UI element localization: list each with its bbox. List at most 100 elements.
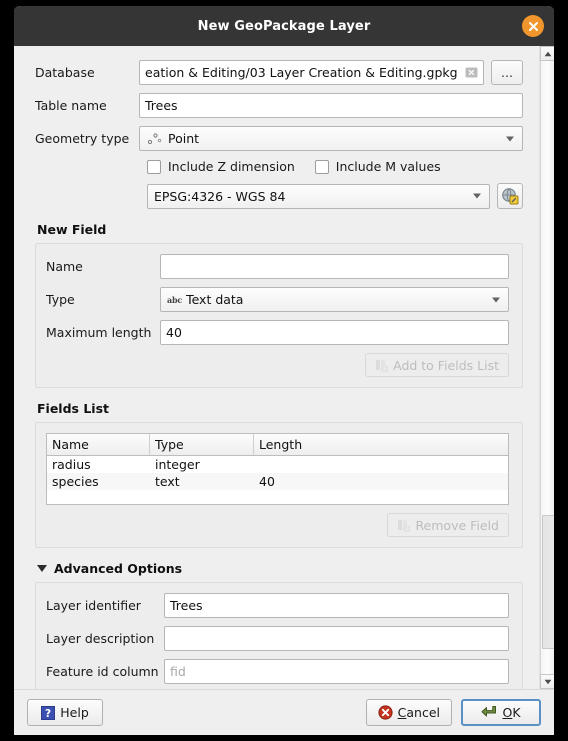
scrollbar-track[interactable] [540,61,554,674]
feature-id-column-placeholder: fid [170,664,186,679]
new-field-group-title: New Field [37,222,107,237]
scrollbar-thumb[interactable] [542,514,554,650]
database-browse-button[interactable]: ... [491,60,523,85]
database-row: Database eation & Editing/03 Layer Creat… [35,60,523,85]
geometry-type-row: Geometry type Point [35,126,523,151]
field-name-row: Name [46,254,509,279]
field-type-combo[interactable]: abc Text data [160,287,509,312]
layer-identifier-input[interactable]: Trees [164,593,509,618]
include-z-label: Include Z dimension [168,159,295,174]
fields-table-header: Name Type Length [47,434,508,456]
advanced-options-title: Advanced Options [54,561,183,576]
crs-row: EPSG:4326 - WGS 84 [147,183,523,209]
table-row[interactable]: radius integer [47,456,508,473]
geometry-type-combo[interactable]: Point [139,126,523,151]
remove-field-row: Remove Field [46,513,509,537]
advanced-options-group: Layer identifier Trees Layer description… [35,582,523,689]
triangle-down-icon [37,565,47,572]
crs-select-button[interactable] [497,183,523,209]
triangle-down-glyph [544,679,551,684]
include-m-label: Include M values [335,159,441,174]
table-name-input[interactable]: Trees [139,93,523,118]
crs-combo[interactable]: EPSG:4326 - WGS 84 [147,183,490,209]
database-input-value: eation & Editing/03 Layer Creation & Edi… [145,65,458,80]
add-to-fields-list-label: Add to Fields List [393,357,499,373]
layer-description-input[interactable] [164,626,509,651]
fields-list-group-title: Fields List [37,401,109,416]
clear-icon[interactable] [464,66,478,79]
chevron-down-icon [492,297,500,302]
cell-name: radius [52,457,91,472]
cell-type: integer [155,457,200,472]
field-maxlength-input[interactable]: 40 [160,320,509,345]
feature-id-column-input[interactable]: fid [164,659,509,684]
new-geopackage-layer-dialog: New GeoPackage Layer Database eation & E… [14,6,554,735]
column-header-length: Length [259,437,303,452]
include-m-checkbox[interactable] [314,159,329,174]
triangle-up-glyph [544,51,551,56]
vertical-scrollbar[interactable] [539,46,554,689]
field-type-label: Type [46,292,75,307]
scroll-down-arrow-icon[interactable] [540,674,554,689]
ok-button-label: OK [502,705,521,720]
clear-glyph [465,67,477,78]
field-name-label: Name [46,259,83,274]
svg-text:?: ? [45,708,51,720]
layer-identifier-row: Layer identifier Trees [46,593,509,618]
include-z-checkbox[interactable] [147,159,161,174]
point-geometry-icon [147,133,162,145]
field-type-row: Type abc Text data [46,287,509,312]
add-field-row: Add to Fields List [46,353,509,377]
cancel-rest: ancel [406,705,440,720]
help-icon: ? [41,705,56,720]
table-row[interactable]: species text 40 [47,473,508,490]
chevron-down-icon [506,136,514,141]
help-button[interactable]: ? Help [27,699,103,726]
remove-field-button[interactable]: Remove Field [387,513,509,537]
scroll-up-arrow-icon[interactable] [540,46,554,61]
remove-field-label: Remove Field [415,517,499,533]
database-input[interactable]: eation & Editing/03 Layer Creation & Edi… [139,60,484,85]
field-name-input[interactable] [160,254,509,279]
column-header-name: Name [47,434,150,455]
cell-name: species [52,474,99,489]
table-empty-space [47,490,508,504]
cancel-button-label: Cancel [397,705,440,720]
feature-id-column-row: Feature id column fid [46,659,509,684]
table-name-value: Trees [145,98,178,113]
ok-icon [481,706,497,717]
advanced-options-toggle[interactable]: Advanced Options [37,561,523,576]
layer-description-row: Layer description [46,626,509,651]
dialog-button-bar: ? Help Cancel OK [14,689,554,735]
scroll-viewport: Database eation & Editing/03 Layer Creat… [14,46,539,689]
cell-length: 40 [259,474,275,489]
geometry-type-label: Geometry type [35,131,130,146]
layer-description-label: Layer description [46,631,155,646]
dialog-titlebar: New GeoPackage Layer [14,6,554,46]
table-name-label: Table name [35,98,107,113]
ok-button[interactable]: OK [461,699,541,726]
add-to-fields-list-button[interactable]: Add to Fields List [365,353,509,377]
database-label: Database [35,65,95,80]
geometry-type-value: Point [168,131,200,146]
fields-table[interactable]: Name Type Length radius integer species … [46,433,509,505]
crs-value: EPSG:4326 - WGS 84 [154,188,286,204]
dialog-body: Database eation & Editing/03 Layer Creat… [14,46,554,689]
cell-type: text [155,474,180,489]
help-button-label: Help [60,705,89,720]
feature-id-column-label: Feature id column [46,664,159,679]
layer-identifier-value: Trees [170,598,203,613]
column-header-type: Type [150,434,254,455]
cancel-button[interactable]: Cancel [365,699,452,726]
dialog-title: New GeoPackage Layer [197,18,371,34]
new-field-group: Name Type abc Text data Maximum length 4… [35,243,523,388]
close-x-glyph [528,21,538,31]
abc-text-icon: abc [167,294,183,305]
ok-rest: K [512,705,521,720]
fields-list-group: Name Type Length radius integer species … [35,422,523,548]
cancel-icon [378,705,393,720]
field-maxlength-value: 40 [166,325,182,340]
field-maxlength-row: Maximum length 40 [46,320,509,345]
close-circle-icon[interactable] [522,15,544,37]
field-maxlength-label: Maximum length [46,325,152,340]
